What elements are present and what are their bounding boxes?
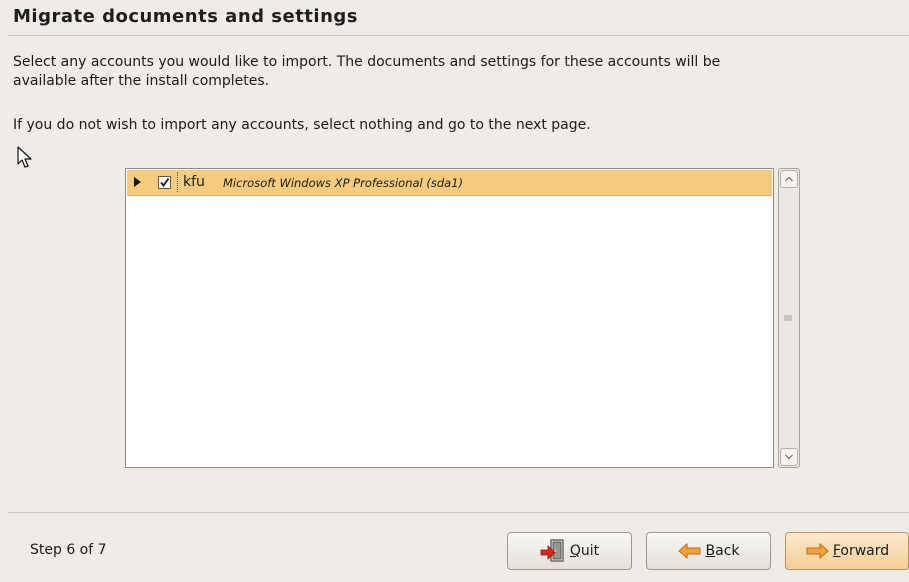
vertical-scrollbar[interactable] [778, 168, 800, 468]
title-divider [8, 35, 909, 36]
scrollbar-grip-icon[interactable] [784, 315, 792, 321]
footer-divider [8, 512, 909, 513]
back-button[interactable]: Back [646, 532, 771, 570]
focus-indicator [177, 172, 178, 192]
arrow-right-icon [806, 543, 829, 559]
checkmark-icon [160, 177, 170, 187]
quit-door-icon [540, 539, 564, 562]
arrow-left-icon [677, 543, 700, 559]
account-row[interactable]: kfu Microsoft Windows XP Professional (s… [127, 170, 772, 196]
instructions-text: Select any accounts you would like to im… [13, 54, 721, 89]
back-label: Back [705, 543, 740, 559]
quit-label: Quit [569, 543, 600, 559]
expander-arrow-icon[interactable] [134, 177, 141, 187]
forward-label: Forward [832, 543, 890, 559]
accounts-list[interactable]: kfu Microsoft Windows XP Professional (s… [125, 168, 774, 468]
forward-button[interactable]: Forward [785, 532, 909, 570]
step-indicator: Step 6 of 7 [30, 542, 107, 558]
mouse-pointer-icon [17, 146, 32, 168]
page-title: Migrate documents and settings [13, 6, 358, 27]
chevron-up-icon [785, 176, 793, 182]
account-os-name: Microsoft Windows XP Professional (sda1) [223, 176, 464, 190]
chevron-down-icon [785, 454, 793, 460]
scroll-up-button[interactable] [780, 170, 798, 188]
account-checkbox[interactable] [158, 176, 171, 189]
scroll-down-button[interactable] [780, 448, 798, 466]
quit-button[interactable]: Quit [507, 532, 632, 570]
skip-note-text: If you do not wish to import any account… [13, 117, 591, 133]
account-username: kfu [183, 174, 205, 190]
